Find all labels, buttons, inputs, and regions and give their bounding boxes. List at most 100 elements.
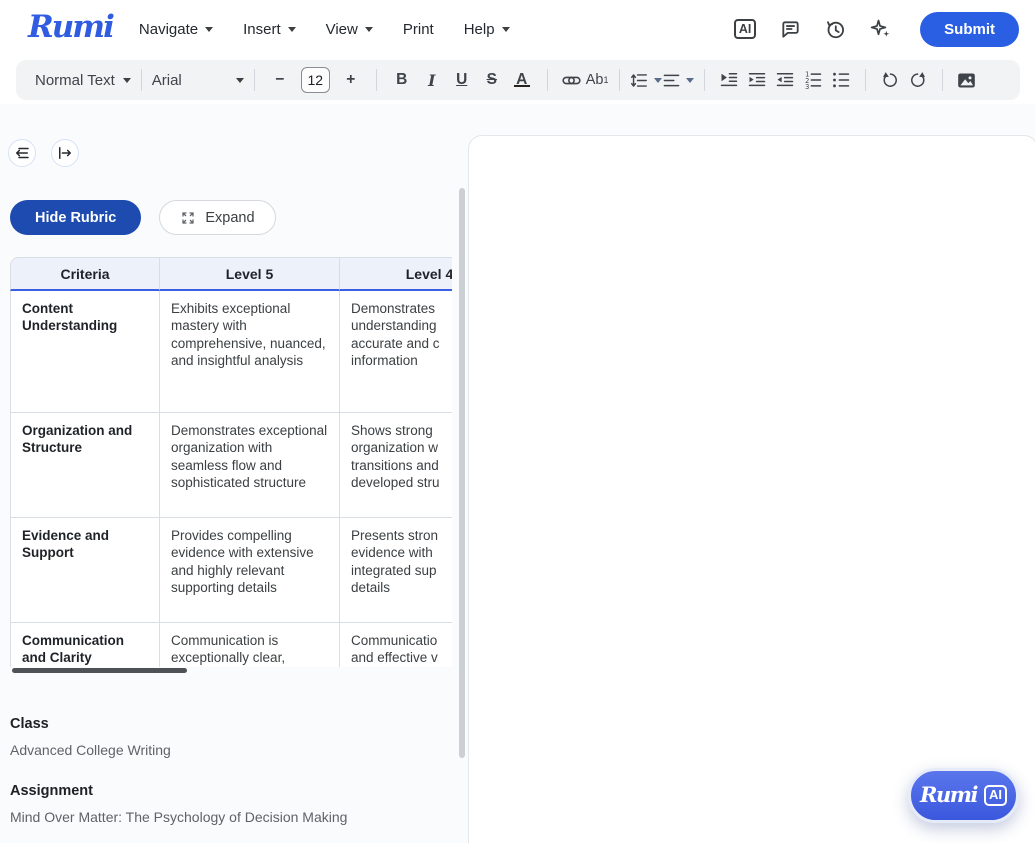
font-family-value: Arial <box>151 71 182 89</box>
criteria-cell: Content Understanding <box>10 291 160 413</box>
criteria-cell: Evidence and Support <box>10 518 160 623</box>
expand-label: Expand <box>205 209 255 226</box>
history-button[interactable] <box>822 16 848 42</box>
level5-cell: Exhibits exceptional mastery with compre… <box>160 291 340 413</box>
header-actions: AI Submit <box>732 11 1019 47</box>
class-label: Class <box>10 716 49 732</box>
col-header-criteria: Criteria <box>10 257 160 291</box>
formatting-toolbar: Normal Text Arial − 12 + B I U S A Ab1 <box>16 60 1020 100</box>
indent-decrease-button[interactable] <box>771 70 799 90</box>
chevron-down-icon <box>235 77 244 83</box>
underline-button[interactable]: U <box>447 71 477 89</box>
rumi-ai-floating-button[interactable]: Rumi AI <box>908 768 1019 823</box>
criteria-cell: Organization and Structure <box>10 413 160 518</box>
menu-print-label: Print <box>402 20 434 38</box>
assignment-value: Mind Over Matter: The Psychology of Deci… <box>10 809 348 825</box>
assignment-meta: Class Advanced College Writing Assignmen… <box>10 716 440 843</box>
chevron-down-icon <box>501 26 510 32</box>
font-size-decrease-button[interactable]: − <box>265 71 295 89</box>
main-area: Hide Rubric Expand Criteria Level 5 Leve… <box>0 104 1035 843</box>
col-header-level5: Level 5 <box>160 257 340 291</box>
chevron-down-icon <box>364 26 373 32</box>
level5-cell: Communication is exceptionally clear, <box>160 623 340 667</box>
first-line-indent-button[interactable] <box>715 70 743 90</box>
numbered-list-button[interactable]: 1 2 3 <box>799 70 827 90</box>
toolbar-divider <box>941 69 943 91</box>
outline-toggle-button[interactable] <box>8 139 36 167</box>
chevron-down-icon <box>685 77 694 83</box>
strikethrough-button[interactable]: S <box>477 71 507 89</box>
table-row: Communication and Clarity Communication … <box>10 623 452 667</box>
panel-controls <box>8 139 79 167</box>
level5-cell: Provides compelling evidence with extens… <box>160 518 340 623</box>
panel-vertical-scrollbar[interactable] <box>459 188 465 758</box>
menu-insert-label: Insert <box>243 20 281 38</box>
menu-print[interactable]: Print <box>403 21 434 38</box>
font-size-increase-button[interactable]: + <box>336 71 366 89</box>
toolbar-divider <box>253 69 255 91</box>
link-icon <box>562 76 581 84</box>
first-line-indent-icon <box>720 73 737 87</box>
expand-panel-button[interactable] <box>51 139 79 167</box>
menu-insert[interactable]: Insert <box>243 21 296 38</box>
assignment-label: Assignment <box>10 783 93 799</box>
menu-navigate[interactable]: Navigate <box>138 20 214 38</box>
table-row: Evidence and Support Provides compelling… <box>10 518 452 623</box>
submit-button[interactable]: Submit <box>920 11 1019 47</box>
menu-view-label: View <box>325 20 358 38</box>
bold-button[interactable]: B <box>387 71 417 89</box>
align-dropdown[interactable] <box>662 71 694 90</box>
collapse-outline-icon <box>16 147 29 159</box>
ai-box-icon: AI <box>733 18 757 40</box>
menu-view[interactable]: View <box>326 21 373 38</box>
ai-sparkle-button[interactable] <box>867 16 893 42</box>
bullet-list-button[interactable] <box>827 70 855 90</box>
document-canvas[interactable] <box>468 135 1035 843</box>
rubric-header-row: Criteria Level 5 Level 4 <box>10 257 452 291</box>
line-spacing-dropdown[interactable] <box>630 71 662 90</box>
table-horizontal-scrollbar[interactable] <box>12 668 187 673</box>
font-family-dropdown[interactable]: Arial <box>152 72 244 89</box>
ai-detector-button[interactable]: AI <box>732 16 758 42</box>
criteria-cell: Communication and Clarity <box>10 623 160 667</box>
rumi-logo[interactable]: Rumi <box>28 11 115 47</box>
rubric-actions: Hide Rubric Expand <box>10 200 276 235</box>
image-icon <box>958 73 975 87</box>
insert-image-button[interactable] <box>953 70 981 91</box>
menu-bar: Navigate Insert View Print Help <box>139 21 510 38</box>
indent-increase-button[interactable] <box>743 70 771 90</box>
menu-help[interactable]: Help <box>464 21 510 38</box>
insert-link-button[interactable] <box>558 70 586 91</box>
menu-navigate-label: Navigate <box>138 20 199 38</box>
svg-text:3: 3 <box>805 83 809 90</box>
undo-button[interactable] <box>876 70 904 90</box>
font-size-input[interactable]: 12 <box>300 67 330 93</box>
chevron-down-icon <box>205 26 214 32</box>
text-color-button[interactable]: A <box>507 71 537 89</box>
bar-arrow-right-icon <box>59 147 71 159</box>
comments-button[interactable] <box>777 16 803 42</box>
numbered-list-icon: 1 2 3 <box>805 71 821 90</box>
level5-cell: Demonstrates exceptional organization wi… <box>160 413 340 518</box>
chevron-down-icon <box>287 26 296 32</box>
ai-badge-icon: AI <box>983 785 1007 806</box>
chevron-down-icon <box>122 77 131 83</box>
superscript-button[interactable]: Ab 1 <box>586 72 609 88</box>
toolbar-divider <box>864 69 866 91</box>
toolbar-divider <box>375 69 377 91</box>
toolbar-divider <box>703 69 705 91</box>
table-row: Organization and Structure Demonstrates … <box>10 413 452 518</box>
superscript-label: Ab <box>585 72 604 88</box>
sparkles-icon <box>870 19 890 37</box>
toolbar-divider <box>618 69 620 91</box>
hide-rubric-button[interactable]: Hide Rubric <box>10 200 142 235</box>
paragraph-style-value: Normal Text <box>35 71 115 89</box>
line-spacing-icon <box>630 73 647 87</box>
italic-button[interactable]: I <box>417 71 447 90</box>
class-value: Advanced College Writing <box>10 742 171 758</box>
bullet-list-icon <box>832 72 849 88</box>
paragraph-style-dropdown[interactable]: Normal Text <box>35 72 131 89</box>
expand-rubric-button[interactable]: Expand <box>159 200 276 235</box>
redo-icon <box>910 72 925 87</box>
redo-button[interactable] <box>904 70 932 90</box>
